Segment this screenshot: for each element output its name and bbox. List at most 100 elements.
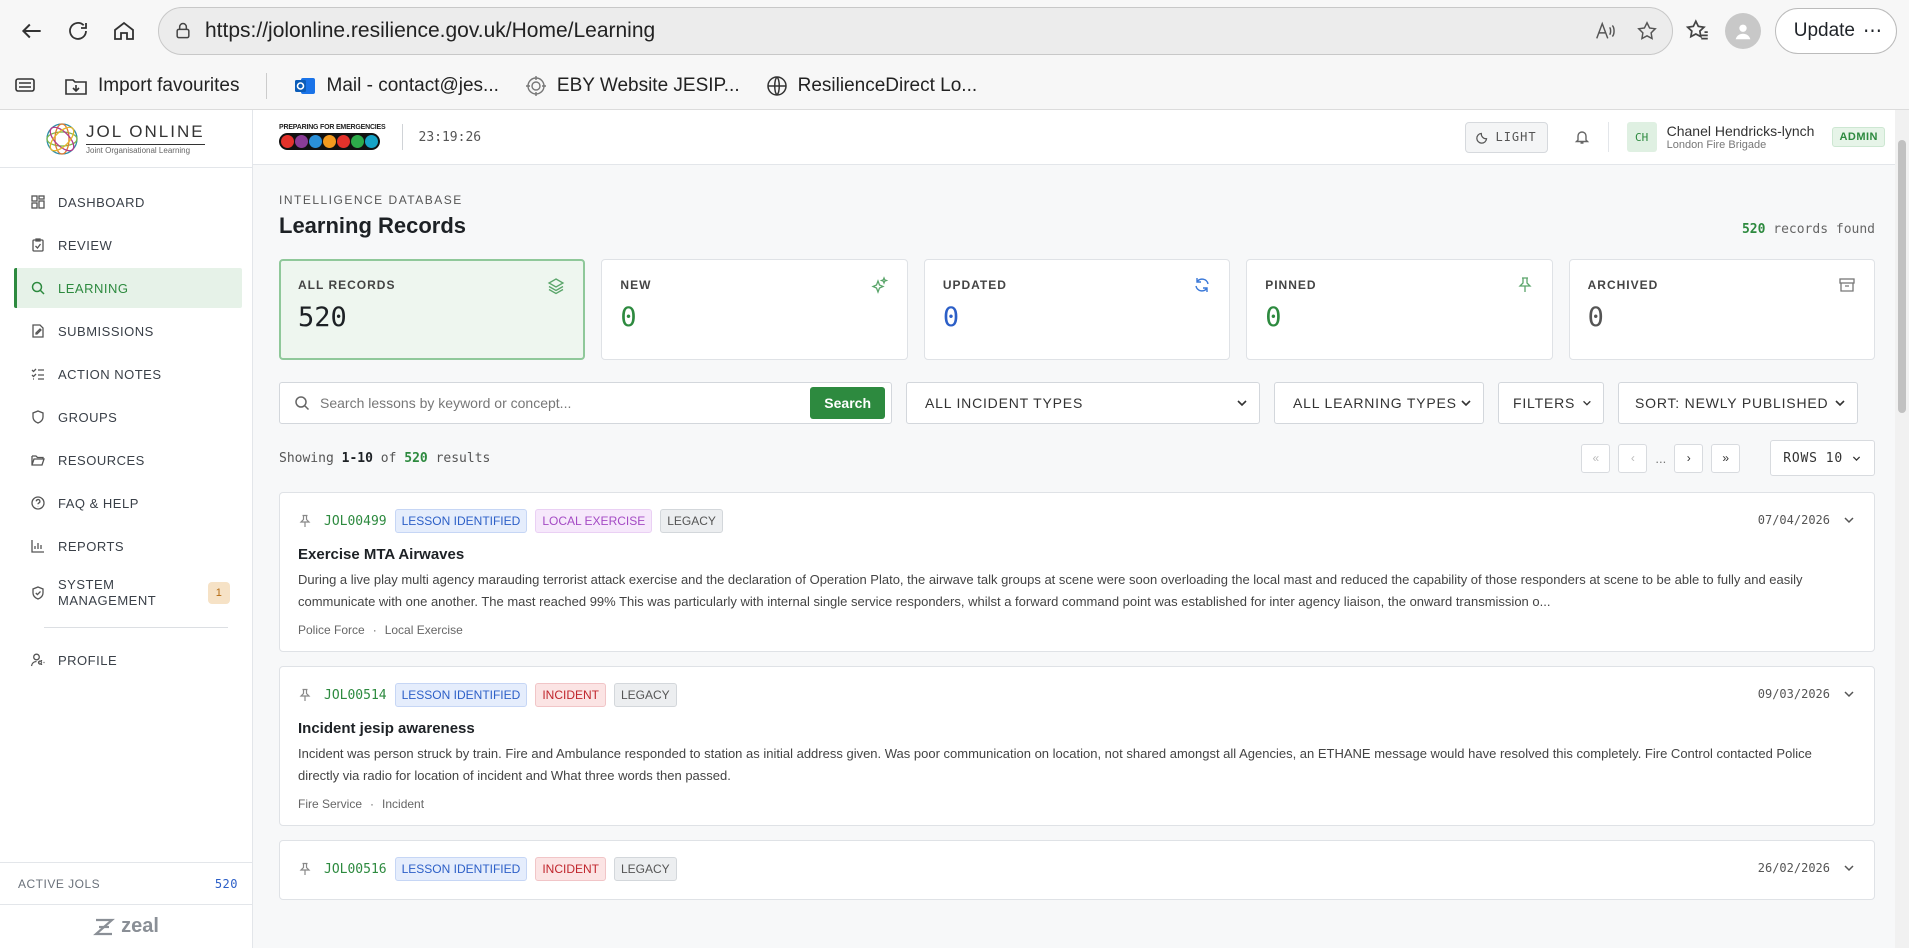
pin-icon[interactable]	[298, 514, 312, 528]
sidebar-item-groups[interactable]: GROUPS	[14, 397, 242, 437]
showing-suffix: results	[435, 450, 491, 466]
topbar-divider	[401, 124, 403, 150]
stat-value: 0	[1265, 302, 1282, 333]
record-title[interactable]: Exercise MTA Airwaves	[298, 546, 1856, 563]
user-menu[interactable]: CH Chanel Hendricks-lynch London Fire Br…	[1607, 122, 1885, 152]
expand-chevron-icon[interactable]	[1842, 513, 1856, 527]
record-type: Local Exercise	[384, 623, 463, 637]
bookmark-mail[interactable]: Mail - contact@jes...	[293, 75, 499, 97]
moon-icon	[1476, 132, 1488, 144]
next-page-button[interactable]: ›	[1674, 443, 1704, 473]
role-badge: ADMIN	[1832, 127, 1885, 147]
stat-label: UPDATED	[942, 278, 1007, 292]
bookmark-import-favourites[interactable]: Import favourites	[64, 75, 240, 97]
help-circle-icon	[31, 496, 45, 510]
sidebar-item-resources[interactable]: RESOURCES	[14, 440, 242, 480]
favourites-icon[interactable]	[1685, 18, 1711, 44]
site-info-icon[interactable]	[173, 21, 193, 41]
record-card[interactable]: JOL00499 LESSON IDENTIFIED LOCAL EXERCIS…	[279, 492, 1875, 652]
url-text[interactable]: https://jolonline.resilience.gov.uk/Home…	[205, 19, 1594, 43]
showing-range: 1-10	[341, 450, 373, 466]
shield-icon	[32, 410, 44, 424]
sidebar-item-label: SYSTEM MANAGEMENT	[58, 577, 157, 608]
read-aloud-icon[interactable]	[1594, 20, 1616, 42]
record-summary: Incident was person struck by train. Fir…	[298, 746, 1812, 783]
sidebar-item-reports[interactable]: REPORTS	[14, 526, 242, 566]
logo-title: JOL ONLINE	[86, 122, 205, 141]
page-eyebrow: INTELLIGENCE DATABASE	[279, 193, 463, 207]
tag-legacy: LEGACY	[660, 509, 723, 533]
sidebar-item-label: RESOURCES	[58, 452, 145, 468]
record-meta: Fire Service · Incident	[298, 797, 1856, 811]
page-scrollbar[interactable]	[1895, 110, 1909, 948]
last-page-button[interactable]: »	[1711, 443, 1741, 473]
address-bar[interactable]: https://jolonline.resilience.gov.uk/Home…	[158, 7, 1673, 55]
incident-type-select[interactable]: ALL INCIDENT TYPES	[906, 382, 1260, 424]
bookmark-eby-website[interactable]: EBY Website JESIP...	[525, 75, 740, 97]
expand-chevron-icon[interactable]	[1842, 687, 1856, 701]
refresh-icon	[1195, 278, 1209, 292]
search-input[interactable]	[320, 395, 811, 411]
stat-card-archived[interactable]: ARCHIVED 0	[1568, 259, 1876, 360]
record-card[interactable]: JOL00516 LESSON IDENTIFIED INCIDENT LEGA…	[279, 840, 1875, 900]
first-page-button[interactable]: «	[1581, 443, 1611, 473]
sidebar-item-label: FAQ & HELP	[58, 495, 139, 511]
jol-online-logo[interactable]: JOL ONLINE Joint Organisational Learning	[0, 110, 252, 168]
back-arrow-icon	[21, 23, 41, 39]
stat-label: ALL RECORDS	[298, 278, 396, 292]
app-container: JOL ONLINE Joint Organisational Learning…	[0, 110, 1909, 948]
sidebar-item-profile[interactable]: PROFILE	[14, 640, 242, 680]
expand-chevron-icon[interactable]	[1842, 861, 1856, 875]
favourite-star-icon[interactable]	[1636, 20, 1658, 42]
record-card[interactable]: JOL00514 LESSON IDENTIFIED INCIDENT LEGA…	[279, 666, 1875, 826]
profile-avatar-icon[interactable]	[1724, 13, 1761, 49]
record-id[interactable]: JOL00499	[324, 514, 387, 529]
sidebar-item-submissions[interactable]: SUBMISSIONS	[14, 311, 242, 351]
record-organisation: Fire Service	[298, 797, 363, 811]
bookmark-resiliencedirect[interactable]: ResilienceDirect Lo...	[766, 74, 978, 97]
sidebar-item-faq-help[interactable]: FAQ & HELP	[14, 483, 242, 523]
stat-card-updated[interactable]: UPDATED 0	[923, 259, 1231, 360]
back-button[interactable]	[12, 11, 52, 51]
theme-toggle-button[interactable]: LIGHT	[1465, 121, 1548, 153]
refresh-button[interactable]	[58, 11, 98, 51]
home-button[interactable]	[104, 11, 144, 51]
record-id[interactable]: JOL00516	[324, 862, 387, 877]
rows-per-page-select[interactable]: ROWS 10	[1770, 440, 1875, 476]
search-button[interactable]: Search	[810, 387, 885, 419]
bar-chart-icon	[31, 540, 44, 553]
filters-button[interactable]: FILTERS	[1498, 382, 1604, 424]
sort-select[interactable]: SORT: NEWLY PUBLISHED	[1618, 382, 1858, 424]
sidebar-item-review[interactable]: REVIEW	[14, 225, 242, 265]
rows-value: 10	[1825, 450, 1843, 466]
record-id[interactable]: JOL00514	[324, 688, 387, 703]
record-title[interactable]: Incident jesip awareness	[298, 720, 1856, 737]
update-button[interactable]: Update ⋯	[1774, 8, 1897, 54]
main-area: PREPARING FOR EMERGENCIES 23:19:26 LIGHT	[253, 110, 1909, 948]
sidebar-item-label: GROUPS	[58, 409, 118, 425]
learning-type-select[interactable]: ALL LEARNING TYPES	[1274, 382, 1484, 424]
notifications-bell-icon[interactable]	[1574, 129, 1590, 145]
scrollbar-thumb[interactable]	[1898, 140, 1906, 413]
sidebar-item-learning[interactable]: LEARNING	[14, 268, 242, 308]
bookmark-label: Import favourites	[98, 74, 240, 96]
dashboard-grid-icon	[31, 195, 45, 209]
tag-local-exercise: LOCAL EXERCISE	[535, 509, 653, 533]
record-meta: Police Force · Local Exercise	[298, 623, 1856, 637]
stat-card-pinned[interactable]: PINNED 0	[1246, 259, 1553, 360]
pin-icon[interactable]	[298, 862, 312, 876]
sidebar-item-system-management[interactable]: SYSTEM MANAGEMENT 1	[14, 569, 242, 617]
sidebar-item-action-notes[interactable]: ACTION NOTES	[14, 354, 242, 394]
tab-actions-icon[interactable]	[14, 75, 38, 97]
prev-page-button[interactable]: ‹	[1618, 443, 1648, 473]
stat-label: NEW	[620, 278, 652, 292]
bookmark-label: ResilienceDirect Lo...	[797, 74, 978, 96]
sort-value: SORT: NEWLY PUBLISHED	[1635, 395, 1829, 411]
clock-time: 23:19:26	[418, 129, 482, 145]
stat-card-all-records[interactable]: ALL RECORDS 520	[279, 259, 586, 360]
stat-card-new[interactable]: NEW 0	[601, 259, 908, 360]
sidebar-item-dashboard[interactable]: DASHBOARD	[14, 182, 242, 222]
zeal-label: zeal	[121, 915, 159, 937]
pin-icon[interactable]	[298, 688, 312, 702]
records-found-count: 520 records found	[1742, 222, 1875, 237]
